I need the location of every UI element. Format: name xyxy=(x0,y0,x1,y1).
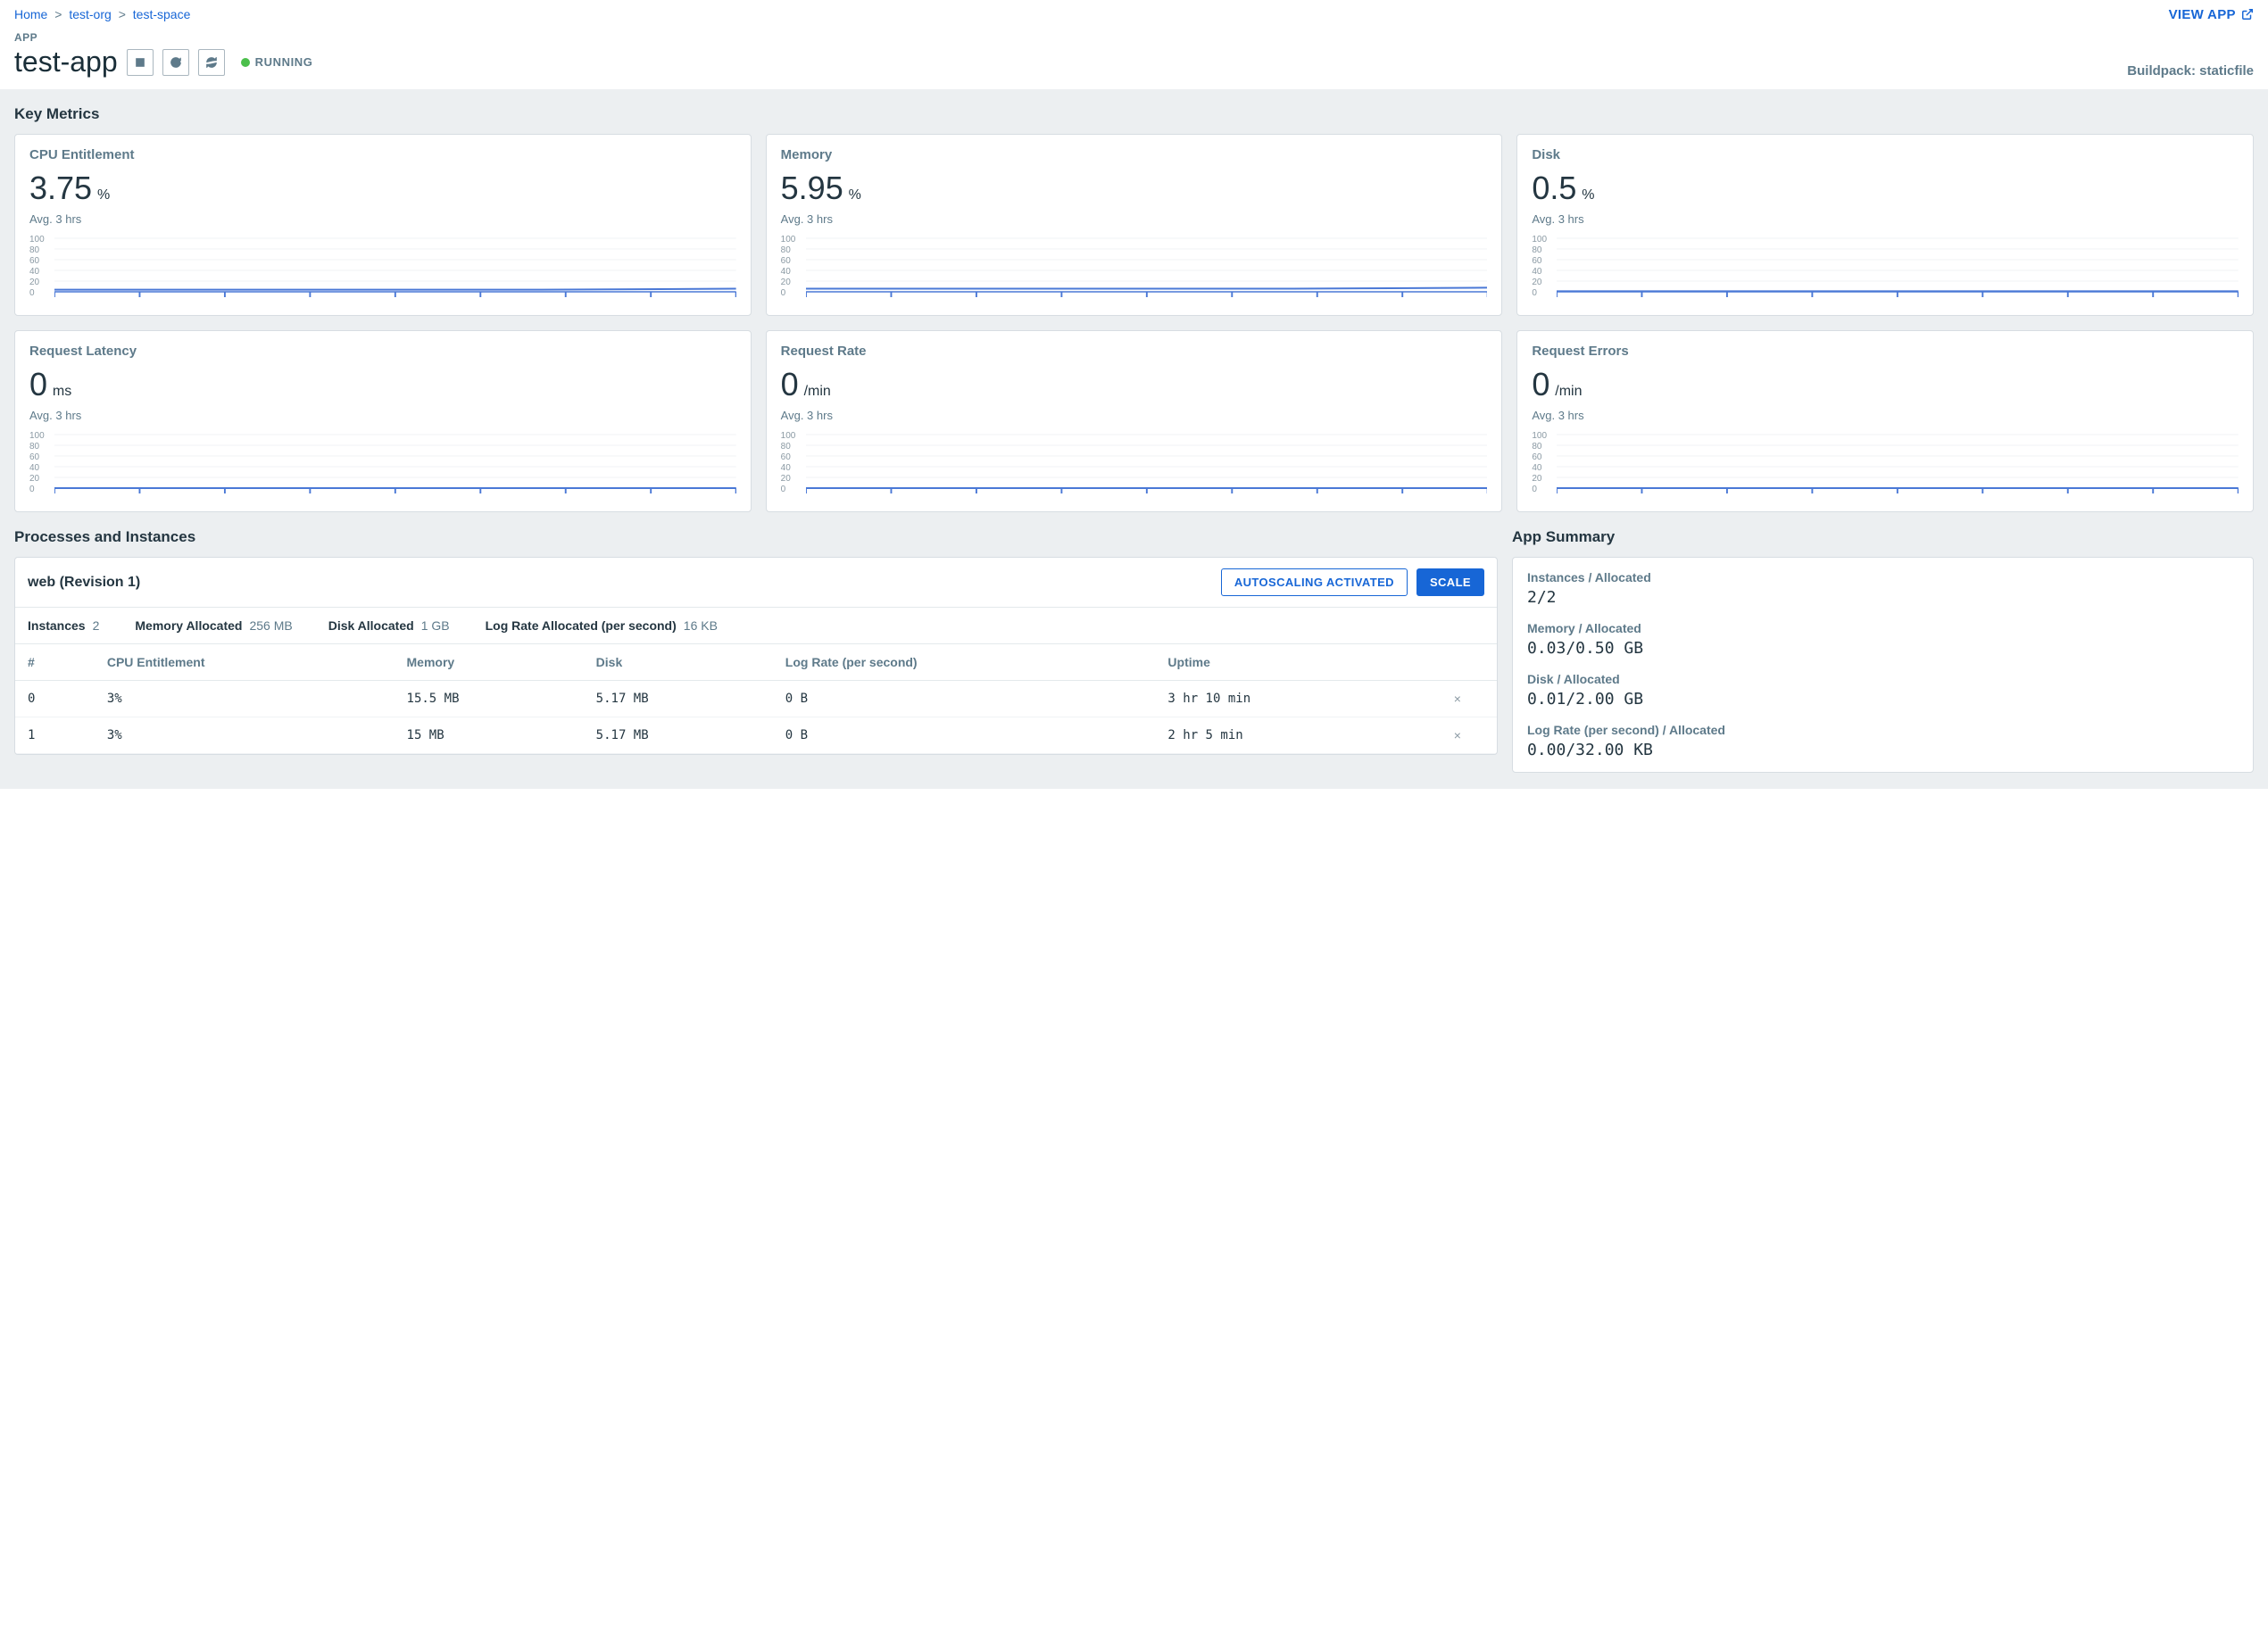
metric-sub: Avg. 3 hrs xyxy=(29,212,736,226)
summary-value: 0.00/32.00 KB xyxy=(1527,741,2239,759)
summary-item: Disk / Allocated 0.01/2.00 GB xyxy=(1527,672,2239,709)
table-row: 03%15.5 MB5.17 MB0 B3 hr 10 min× xyxy=(15,681,1497,717)
status-dot-icon xyxy=(241,58,250,67)
close-icon[interactable]: × xyxy=(1418,717,1497,754)
metric-card: Memory 5.95 % Avg. 3 hrs 100806040200 xyxy=(766,134,1503,316)
buildpack-label: Buildpack: staticfile xyxy=(2127,63,2254,79)
stop-button[interactable] xyxy=(127,49,154,76)
metric-sparkline: 100806040200 xyxy=(29,235,736,306)
metric-unit: % xyxy=(97,187,110,203)
metric-sparkline: 100806040200 xyxy=(781,235,1488,306)
summary-label: Instances / Allocated xyxy=(1527,570,2239,584)
app-label: APP xyxy=(14,31,313,44)
metric-value: 0 xyxy=(1532,366,1549,402)
summary-item: Instances / Allocated 2/2 xyxy=(1527,570,2239,607)
metric-unit: ms xyxy=(53,384,71,399)
col-log: Log Rate (per second) xyxy=(773,644,1156,681)
close-icon[interactable]: × xyxy=(1418,681,1497,717)
chevron-right-icon: > xyxy=(54,7,62,21)
metric-sub: Avg. 3 hrs xyxy=(29,409,736,422)
metric-card: CPU Entitlement 3.75 % Avg. 3 hrs 100806… xyxy=(14,134,752,316)
metric-label: Request Rate xyxy=(781,344,1488,359)
breadcrumb-space[interactable]: test-space xyxy=(133,7,191,21)
app-title: test-app xyxy=(14,46,118,79)
metric-sparkline: 100806040200 xyxy=(781,431,1488,502)
metric-card: Request Rate 0 /min Avg. 3 hrs 100806040… xyxy=(766,330,1503,512)
metric-label: Disk xyxy=(1532,147,2239,162)
summary-card: Instances / Allocated 2/2 Memory / Allocat… xyxy=(1512,557,2254,773)
metric-value: 0 xyxy=(29,366,47,402)
col-uptime: Uptime xyxy=(1155,644,1417,681)
metric-value: 0.5 xyxy=(1532,170,1576,206)
status-badge: RUNNING xyxy=(241,55,313,69)
view-app-link[interactable]: VIEW APP xyxy=(2169,7,2254,22)
summary-item: Log Rate (per second) / Allocated 0.00/32… xyxy=(1527,723,2239,759)
breadcrumb-home[interactable]: Home xyxy=(14,7,47,21)
col-mem: Memory xyxy=(395,644,584,681)
summary-label: Log Rate (per second) / Allocated xyxy=(1527,723,2239,737)
summary-value: 0.03/0.50 GB xyxy=(1527,639,2239,658)
metric-value: 5.95 xyxy=(781,170,843,206)
col-cpu: CPU Entitlement xyxy=(95,644,395,681)
instances-table: # CPU Entitlement Memory Disk Log Rate (… xyxy=(15,644,1497,754)
metric-value: 3.75 xyxy=(29,170,92,206)
summary-label: Memory / Allocated xyxy=(1527,621,2239,635)
col-disk: Disk xyxy=(584,644,773,681)
col-num: # xyxy=(15,644,95,681)
processes-title: Processes and Instances xyxy=(14,528,1498,546)
allocation-row: Instances2 Memory Allocated256 MB Disk A… xyxy=(15,608,1497,644)
metric-label: Request Latency xyxy=(29,344,736,359)
metric-sparkline: 100806040200 xyxy=(1532,431,2239,502)
summary-item: Memory / Allocated 0.03/0.50 GB xyxy=(1527,621,2239,658)
process-name: web (Revision 1) xyxy=(28,575,140,591)
metric-sparkline: 100806040200 xyxy=(29,431,736,502)
summary-label: Disk / Allocated xyxy=(1527,672,2239,686)
refresh-icon xyxy=(205,56,218,69)
chevron-right-icon: > xyxy=(119,7,126,21)
metric-unit: % xyxy=(1582,187,1594,203)
summary-value: 2/2 xyxy=(1527,588,2239,607)
summary-value: 0.01/2.00 GB xyxy=(1527,690,2239,709)
process-card: web (Revision 1) AUTOSCALING ACTIVATED S… xyxy=(14,557,1498,755)
metric-sparkline: 100806040200 xyxy=(1532,235,2239,306)
stop-icon xyxy=(134,56,146,69)
key-metrics-title: Key Metrics xyxy=(14,105,2254,123)
summary-title: App Summary xyxy=(1512,528,2254,546)
metric-value: 0 xyxy=(781,366,799,402)
metric-label: Request Errors xyxy=(1532,344,2239,359)
metric-card: Request Latency 0 ms Avg. 3 hrs 10080604… xyxy=(14,330,752,512)
metric-unit: /min xyxy=(1555,384,1582,399)
restart-button[interactable] xyxy=(162,49,189,76)
breadcrumb-org[interactable]: test-org xyxy=(69,7,111,21)
metric-unit: % xyxy=(849,187,861,203)
metric-card: Request Errors 0 /min Avg. 3 hrs 1008060… xyxy=(1516,330,2254,512)
table-row: 13%15 MB5.17 MB0 B2 hr 5 min× xyxy=(15,717,1497,754)
restart-icon xyxy=(170,56,182,69)
restage-button[interactable] xyxy=(198,49,225,76)
autoscaling-button[interactable]: AUTOSCALING ACTIVATED xyxy=(1221,568,1408,596)
metric-sub: Avg. 3 hrs xyxy=(781,212,1488,226)
external-link-icon xyxy=(2241,8,2254,21)
metric-label: CPU Entitlement xyxy=(29,147,736,162)
metric-label: Memory xyxy=(781,147,1488,162)
scale-button[interactable]: SCALE xyxy=(1416,568,1484,596)
metric-sub: Avg. 3 hrs xyxy=(1532,409,2239,422)
metric-card: Disk 0.5 % Avg. 3 hrs 100806040200 xyxy=(1516,134,2254,316)
metric-unit: /min xyxy=(804,384,831,399)
breadcrumb: Home > test-org > test-space xyxy=(14,7,190,21)
metric-sub: Avg. 3 hrs xyxy=(781,409,1488,422)
metric-sub: Avg. 3 hrs xyxy=(1532,212,2239,226)
